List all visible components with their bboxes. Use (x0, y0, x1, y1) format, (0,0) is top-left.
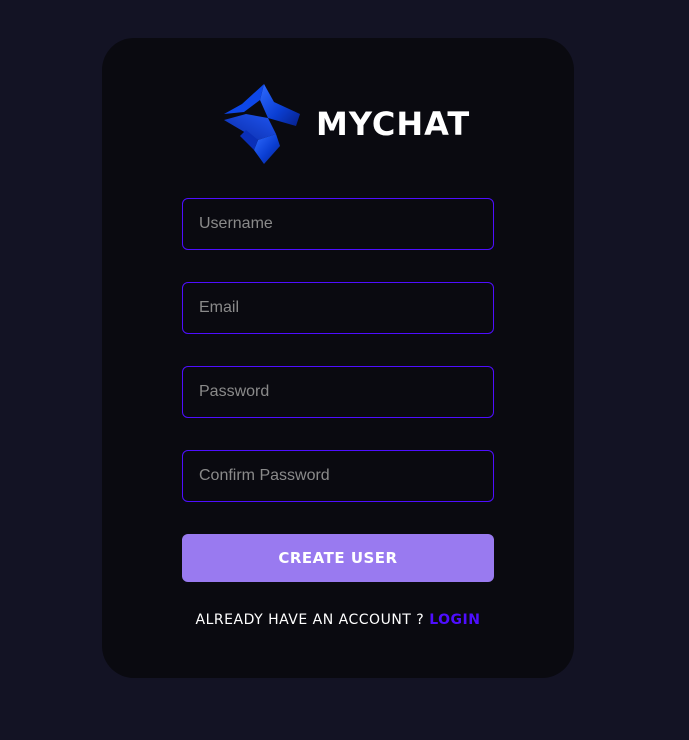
password-field[interactable] (182, 366, 494, 418)
brand-header: MYCHAT (224, 84, 470, 164)
confirm-password-field[interactable] (182, 450, 494, 502)
register-card: MYCHAT CREATE USER ALREADY HAVE AN ACCOU… (102, 38, 574, 678)
login-link[interactable]: LOGIN (429, 612, 480, 628)
create-user-button[interactable]: CREATE USER (182, 534, 494, 582)
brand-name: MYCHAT (316, 105, 471, 143)
username-field[interactable] (182, 198, 494, 250)
login-prompt-text: ALREADY HAVE AN ACCOUNT ? (195, 612, 425, 628)
email-field[interactable] (182, 282, 494, 334)
mychat-logo-icon (224, 84, 300, 164)
login-prompt: ALREADY HAVE AN ACCOUNT ? LOGIN (182, 612, 494, 628)
